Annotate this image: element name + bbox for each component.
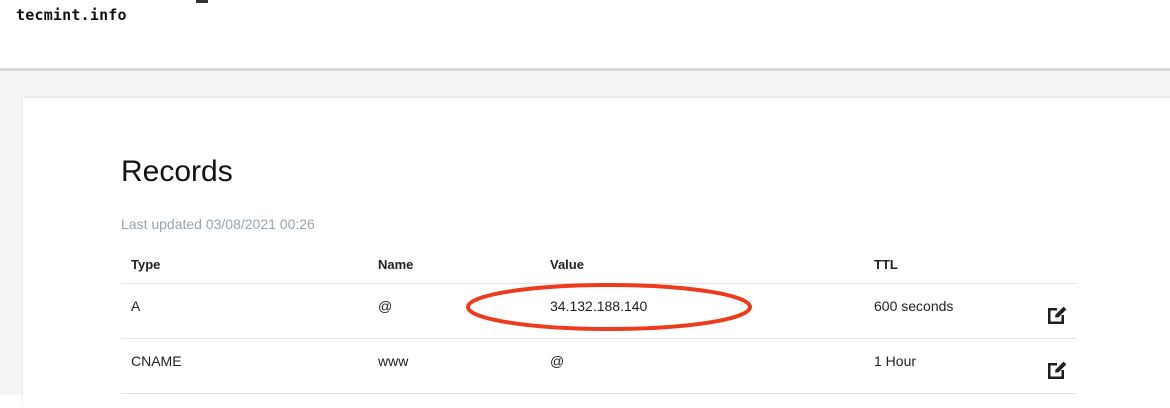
edit-icon: [1048, 361, 1067, 379]
records-table: Type Name Value TTL A @ 34.132.188.140 6…: [121, 248, 1076, 394]
record-ttl: 600 seconds: [874, 298, 954, 314]
record-value: 34.132.188.140: [550, 298, 648, 314]
column-header-type[interactable]: Type: [131, 257, 160, 272]
records-title: Records: [121, 155, 233, 188]
table-header-row: Type Name Value TTL: [121, 248, 1076, 284]
edit-record-button[interactable]: [1044, 302, 1070, 328]
edit-record-button[interactable]: [1044, 357, 1070, 383]
table-row: CNAME www @ 1 Hour: [121, 339, 1076, 394]
record-ttl: 1 Hour: [874, 353, 917, 369]
record-type: CNAME: [131, 353, 182, 369]
record-name: @: [378, 298, 393, 314]
record-type: A: [131, 298, 141, 314]
top-bar: tecmint.info: [0, 0, 1170, 68]
last-updated-text: Last updated 03/08/2021 00:26: [121, 216, 315, 232]
record-value: @: [550, 353, 565, 369]
domain-name: tecmint.info: [16, 6, 127, 24]
column-header-ttl[interactable]: TTL: [874, 257, 898, 272]
column-header-name[interactable]: Name: [378, 257, 413, 272]
record-name: www: [378, 353, 409, 369]
edit-icon: [1048, 306, 1067, 324]
text-cursor-mark: [196, 0, 208, 3]
column-header-value[interactable]: Value: [550, 257, 584, 272]
table-row: A @ 34.132.188.140 600 seconds: [121, 284, 1076, 339]
